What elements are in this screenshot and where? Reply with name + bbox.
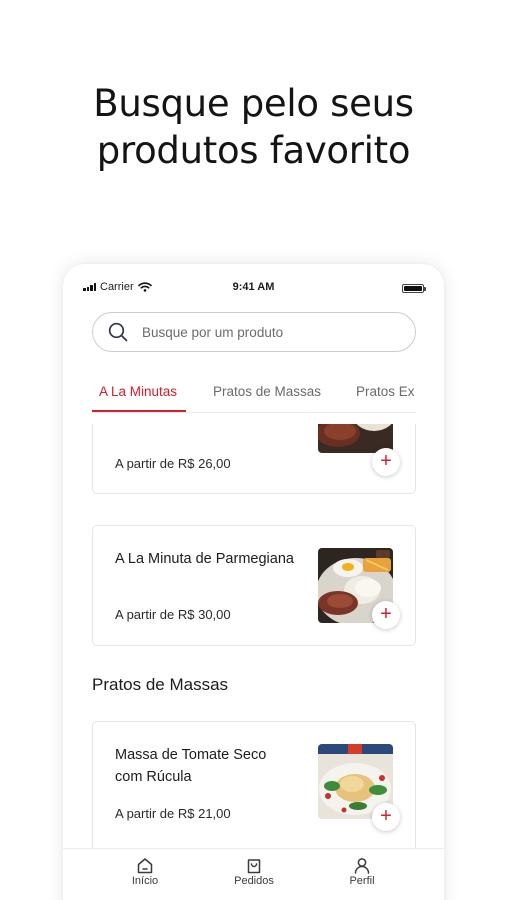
nav-label-perfil: Perfil — [349, 875, 375, 887]
battery-icon — [402, 284, 426, 293]
add-to-cart-button[interactable]: + — [372, 803, 400, 831]
product-price: A partir de R$ 30,00 — [115, 607, 231, 622]
status-bar: Carrier 9:41 AM — [63, 281, 444, 297]
nav-item-perfil[interactable]: Perfil — [322, 857, 402, 887]
status-time: 9:41 AM — [232, 281, 275, 293]
tab-pratos-de-massas[interactable]: Pratos de Massas — [213, 384, 321, 399]
add-to-cart-button[interactable]: + — [372, 448, 400, 476]
product-price: A partir de R$ 26,00 — [115, 456, 231, 471]
search-icon — [108, 322, 128, 342]
tabs-divider — [92, 412, 416, 413]
headline-line-2: produtos favorito — [96, 129, 411, 172]
nav-label-pedidos: Pedidos — [234, 875, 274, 887]
headline: Busque pelo seus produtos favorito — [0, 80, 507, 174]
product-name: A La Minuta de Parmegiana — [115, 551, 294, 567]
home-icon — [137, 858, 153, 874]
nav-item-pedidos[interactable]: Pedidos — [214, 857, 294, 887]
nav-label-inicio: Início — [131, 875, 159, 887]
search-input[interactable] — [142, 324, 382, 340]
product-card[interactable]: A partir de R$ 26,00 + — [92, 424, 416, 494]
add-to-cart-button[interactable]: + — [372, 601, 400, 629]
category-tabs: A La Minutas Pratos de Massas Pratos Ex — [92, 374, 416, 414]
search-bar[interactable] — [92, 312, 416, 352]
tab-a-la-minutas[interactable]: A La Minutas — [99, 384, 177, 399]
user-icon — [354, 858, 370, 874]
product-card[interactable]: Massa de Tomate Seco com Rúcula A partir… — [92, 721, 416, 848]
product-name: Massa de Tomate Seco com Rúcula — [115, 747, 267, 785]
nav-item-inicio[interactable]: Início — [105, 857, 185, 887]
bottom-navigation: Início Pedidos Perfil — [63, 848, 444, 900]
product-price: A partir de R$ 21,00 — [115, 806, 231, 821]
section-title-massas: Pratos de Massas — [92, 675, 229, 694]
phone-frame: Carrier 9:41 AM A La Minutas Pratos de M… — [63, 264, 444, 900]
headline-line-1: Busque pelo seus — [93, 82, 414, 125]
bag-icon — [247, 859, 261, 874]
product-list[interactable]: A partir de R$ 26,00 + A La Minuta de Pa… — [63, 424, 444, 848]
tab-pratos-executivos[interactable]: Pratos Ex — [356, 384, 415, 399]
product-card[interactable]: A La Minuta de Parmegiana A partir de R$… — [92, 525, 416, 646]
